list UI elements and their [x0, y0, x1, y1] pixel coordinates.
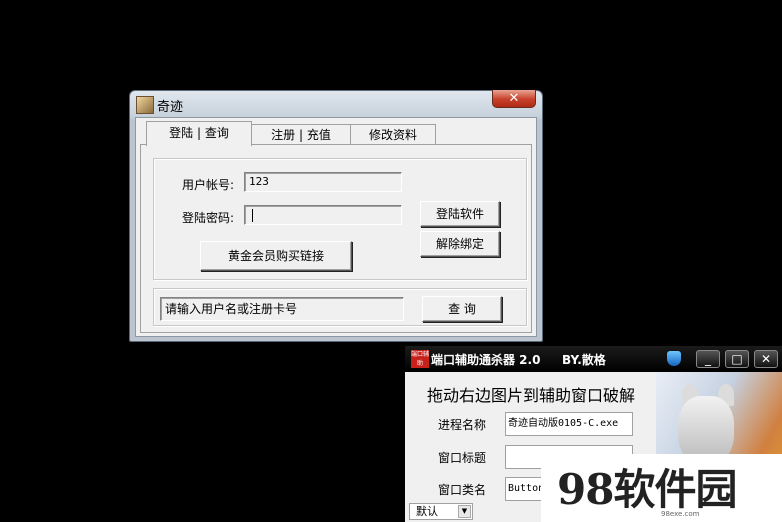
text-cursor [252, 209, 253, 222]
app-icon [136, 96, 154, 114]
shield-icon[interactable] [667, 351, 681, 366]
port-tool-logo: 端口辅助 [411, 350, 429, 368]
status-group: 请输入用户名或注册卡号 查 询 [153, 288, 527, 326]
watermark-logo: 98软件园 [557, 465, 737, 514]
main-window: 奇迹 ✕ 登陆 | 查询 注册 | 充值 修改资料 用户帐号: 123 登陆密码… [129, 90, 543, 342]
logo-text: 端口辅助 [411, 351, 430, 367]
port-tool-titlebar: 端口辅助 端口辅助通杀器 2.0 BY.散格 _ □ ✕ [405, 346, 782, 372]
tab-panel: 用户帐号: 123 登陆密码: 登陆软件 解除绑定 黄金会员购买链接 请输入用户… [140, 144, 532, 333]
process-input[interactable]: 奇迹自动版0105-C.exe [505, 412, 633, 436]
port-tool-title: 端口辅助通杀器 2.0 [431, 353, 541, 367]
login-group: 用户帐号: 123 登陆密码: 登陆软件 解除绑定 黄金会员购买链接 [153, 158, 527, 280]
close-button[interactable]: ✕ [492, 90, 536, 108]
instruction-headline: 拖动右边图片到辅助窗口破解 [427, 386, 636, 405]
username-label: 用户帐号: [182, 178, 235, 192]
window-title: 奇迹 [157, 100, 184, 115]
window-title-label: 窗口标题 [438, 451, 487, 465]
password-input[interactable] [244, 205, 402, 225]
tab-login-query[interactable]: 登陆 | 查询 [146, 121, 252, 146]
tab-register-recharge[interactable]: 注册 | 充值 [250, 124, 352, 145]
buy-membership-button[interactable]: 黄金会员购买链接 [200, 241, 352, 271]
port-tool-close-button[interactable]: ✕ [754, 350, 778, 368]
maximize-button[interactable]: □ [725, 350, 749, 368]
window-class-label: 窗口类名 [438, 483, 487, 497]
username-input[interactable]: 123 [244, 172, 402, 192]
password-label: 登陆密码: [182, 211, 235, 225]
minimize-button[interactable]: _ [696, 350, 720, 368]
watermark-url: 98exe.com [661, 510, 700, 518]
chevron-down-icon[interactable]: ▼ [458, 505, 471, 518]
tab-edit-profile[interactable]: 修改资料 [350, 124, 436, 145]
query-button[interactable]: 查 询 [422, 296, 502, 322]
mode-select[interactable]: 默认 ▼ [409, 503, 473, 520]
mode-select-value: 默认 [416, 505, 438, 518]
port-tool-author: BY.散格 [562, 353, 606, 367]
client-area: 登陆 | 查询 注册 | 充值 修改资料 用户帐号: 123 登陆密码: 登陆软… [135, 117, 537, 337]
login-button[interactable]: 登陆软件 [420, 201, 500, 227]
watermark: 98软件园 98exe.com [541, 454, 782, 522]
status-field[interactable]: 请输入用户名或注册卡号 [160, 297, 404, 321]
process-label: 进程名称 [438, 418, 487, 432]
unbind-button[interactable]: 解除绑定 [420, 231, 500, 257]
